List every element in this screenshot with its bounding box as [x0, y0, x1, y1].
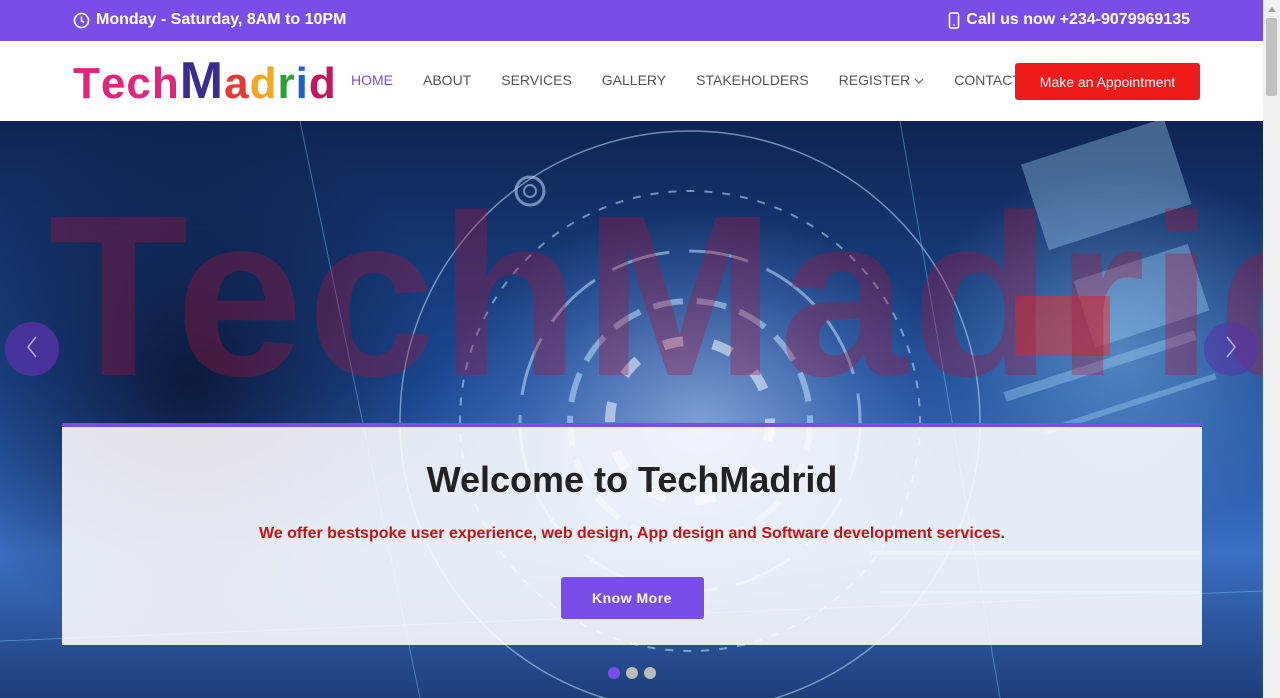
slider-dots — [608, 667, 656, 679]
nav-item-register[interactable]: REGISTER — [839, 72, 925, 88]
logo-letter: d — [308, 59, 337, 108]
scroll-up-arrow-icon[interactable] — [1263, 0, 1280, 17]
page: Monday - Saturday, 8AM to 10PM Call us n… — [0, 0, 1280, 698]
page-scrollbar[interactable] — [1263, 0, 1280, 698]
slider-dot[interactable] — [608, 667, 620, 679]
logo-letter: c — [126, 59, 152, 108]
clock-icon — [73, 12, 90, 29]
hero-slider: TechMadrid Welcome to TechMadrid We offe… — [0, 121, 1263, 698]
make-appointment-button[interactable]: Make an Appointment — [1015, 63, 1200, 100]
nav-item-home[interactable]: HOME — [351, 72, 393, 88]
hero-caption-box: Welcome to TechMadrid We offer bestspoke… — [62, 423, 1202, 645]
nav-label: SERVICES — [501, 72, 572, 88]
scrollbar-thumb[interactable] — [1266, 18, 1277, 96]
nav-item-gallery[interactable]: GALLERY — [602, 72, 666, 88]
slider-next-button[interactable] — [1204, 322, 1258, 376]
logo-letter: a — [224, 59, 250, 108]
know-more-button[interactable]: Know More — [560, 577, 704, 619]
logo-letter: i — [295, 59, 309, 108]
hero-title: Welcome to TechMadrid — [426, 459, 838, 500]
nav-item-stakeholders[interactable]: STAKEHOLDERS — [696, 72, 809, 88]
nav-label: ABOUT — [423, 72, 472, 88]
logo-letter: M — [179, 52, 225, 110]
nav-label: HOME — [351, 72, 393, 88]
nav-label: STAKEHOLDERS — [696, 72, 809, 88]
logo-letter: d — [249, 59, 278, 108]
main-nav: HOME ABOUT SERVICES GALLERY STAKEHOLDERS… — [351, 72, 1021, 88]
chevron-down-icon — [914, 72, 924, 88]
nav-label: REGISTER — [838, 72, 911, 88]
top-info-bar: Monday - Saturday, 8AM to 10PM Call us n… — [0, 0, 1263, 41]
chevron-left-icon — [24, 334, 40, 365]
nav-label: GALLERY — [601, 72, 667, 88]
nav-item-about[interactable]: ABOUT — [423, 72, 471, 88]
logo-letter: h — [151, 59, 180, 108]
logo-letter: T — [73, 59, 101, 108]
business-hours: Monday - Saturday, 8AM to 10PM — [73, 11, 346, 29]
nav-item-contact[interactable]: CONTACT — [954, 72, 1021, 88]
slider-prev-button[interactable] — [5, 322, 59, 376]
logo-letter: r — [277, 59, 296, 108]
phone-contact[interactable]: Call us now +234-9079969135 — [948, 11, 1190, 29]
slider-dot[interactable] — [626, 667, 638, 679]
techmadrid-logo[interactable]: TechMadrid — [73, 52, 337, 110]
slider-dot[interactable] — [644, 667, 656, 679]
mobile-phone-icon — [948, 11, 960, 29]
business-hours-text: Monday - Saturday, 8AM to 10PM — [96, 11, 347, 28]
hero-watermark: TechMadrid — [48, 167, 1263, 424]
logo-letter: e — [100, 59, 127, 108]
nav-item-services[interactable]: SERVICES — [501, 72, 572, 88]
nav-label: CONTACT — [954, 72, 1021, 88]
phone-text: Call us now +234-9079969135 — [966, 11, 1190, 28]
chevron-right-icon — [1223, 334, 1239, 365]
site-header: TechMadrid HOME ABOUT SERVICES GALLERY S… — [0, 41, 1263, 121]
hero-subtitle: We offer bestspoke user experience, web … — [258, 525, 1005, 542]
